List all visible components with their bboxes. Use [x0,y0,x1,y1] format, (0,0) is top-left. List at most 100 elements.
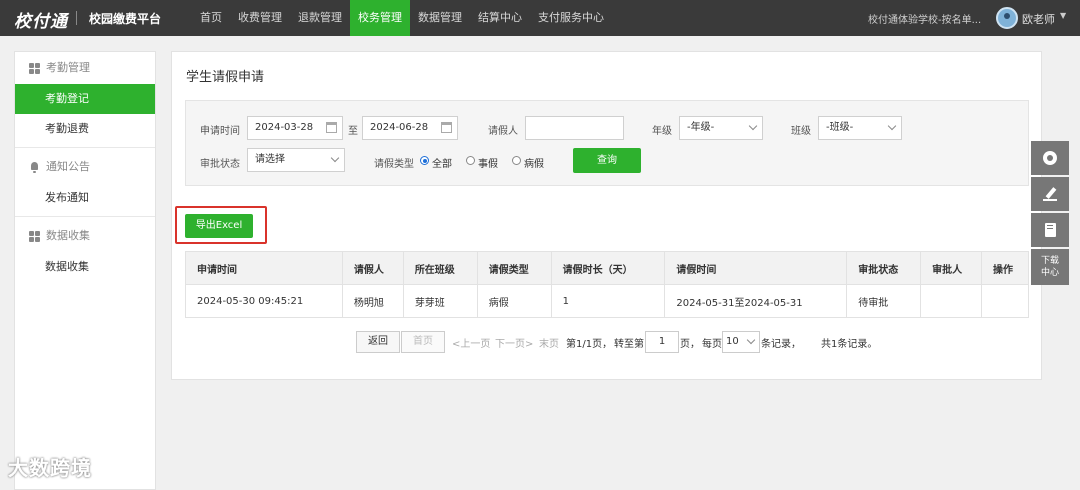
cell-leave-duration: 1 [550,284,666,318]
floating-toolbar: 下载 中心 [1031,141,1069,287]
logo[interactable]: 校付通 [14,7,68,32]
school-selector[interactable]: 校付通体验学校-按名单... [868,11,981,26]
sidebar-group-notice: 通知公告 [15,151,155,183]
grid-icon [29,62,40,74]
cell-approval-status: 待审批 [846,284,922,318]
sidebar-item-data-collection[interactable]: 数据收集 [15,252,155,282]
edit-button[interactable] [1031,177,1069,211]
nav-school-affairs[interactable]: 校务管理 [350,0,410,36]
class-select[interactable]: -班级- [818,116,902,140]
divider [15,216,155,217]
nav-payment-service-center[interactable]: 支付服务中心 [530,0,612,36]
logo-divider [76,11,77,25]
customer-service-button[interactable] [1031,141,1069,175]
sidebar-group-label: 数据收集 [46,229,90,242]
total-records: 共1条记录。 [821,339,878,350]
sidebar-group-attendance: 考勤管理 [15,52,155,84]
chevron-down-icon[interactable]: ▼ [1060,11,1066,20]
radio-all[interactable] [420,156,429,165]
book-button[interactable] [1031,213,1069,247]
goto-suffix: 页， [680,339,700,350]
sidebar-group-label: 考勤管理 [46,61,90,74]
sidebar-item-attendance-refund[interactable]: 考勤退费 [15,114,155,144]
date-from-value: 2024-03-28 [255,122,314,133]
grid-icon [29,230,40,242]
username[interactable]: 欧老师 [1022,11,1055,27]
bell-icon [29,161,40,173]
leave-person-input[interactable] [525,116,624,140]
grade-select[interactable]: -年级- [679,116,763,140]
nav-home[interactable]: 首页 [192,0,230,36]
divider [15,147,155,148]
radio-all-label[interactable]: 全部 [432,155,452,170]
cell-leave-period: 2024-05-31至2024-05-31 [664,284,848,318]
table-row: 2024-05-30 09:45:21 杨明旭 芽芽班 病假 1 2024-05… [185,284,1029,318]
chevron-down-icon [887,121,897,131]
cell-leave-person: 杨明旭 [341,284,404,318]
main-panel: 学生请假申请 申请时间 2024-03-28 至 2024-06-28 请假人 … [171,51,1042,380]
next-page-link[interactable]: 下一页> [495,335,533,350]
col-class: 所在班级 [402,251,478,285]
per-page-suffix: 条记录， [761,339,801,350]
filter-area: 申请时间 2024-03-28 至 2024-06-28 请假人 年级 -年级-… [185,100,1029,186]
date-to-input[interactable]: 2024-06-28 [362,116,458,140]
calendar-icon[interactable] [441,122,452,133]
leave-person-label: 请假人 [488,126,518,137]
sidebar-group-label: 通知公告 [46,160,90,173]
radio-personal-leave-label[interactable]: 事假 [478,155,498,170]
nav-settlement-center[interactable]: 结算中心 [470,0,530,36]
col-apply-time: 申请时间 [185,251,343,285]
first-page-button[interactable]: 首页 [401,331,445,353]
page-info: 第1/1页， [566,339,613,350]
status-label: 审批状态 [200,159,240,170]
status-select[interactable]: 请选择 [247,148,345,172]
service-icon [1043,151,1057,165]
nav-data-management[interactable]: 数据管理 [410,0,470,36]
platform-title: 校园缴费平台 [89,12,162,26]
col-actions: 操作 [981,251,1029,285]
col-approval-status: 审批状态 [846,251,922,285]
per-page-select[interactable]: 10 [722,331,760,353]
radio-sick-leave-label[interactable]: 病假 [524,155,544,170]
goto-page-input[interactable]: 1 [645,331,679,353]
date-from-input[interactable]: 2024-03-28 [247,116,343,140]
radio-personal-leave[interactable] [466,156,475,165]
main-nav: 首页 收费管理 退款管理 校务管理 数据管理 结算中心 支付服务中心 [192,0,612,36]
date-range-separator: 至 [348,126,358,137]
sidebar: 考勤管理 考勤登记 考勤退费 通知公告 发布通知 数据收集 数据收集 [14,51,156,490]
per-page-value: 10 [726,336,739,347]
calendar-icon[interactable] [326,122,337,133]
cell-leave-type: 病假 [476,284,552,318]
pagination: 返回 首页 <上一页 下一页> 末页 第1/1页， 转至第 1 页， 每页 10… [356,331,956,353]
cell-apply-time: 2024-05-30 09:45:21 [185,284,343,318]
leave-table: 申请时间 请假人 所在班级 请假类型 请假时长（天） 请假时间 审批状态 审批人… [185,251,1029,318]
download-center-button[interactable]: 下载 中心 [1031,249,1069,285]
download-center-label-2: 中心 [1040,268,1059,278]
cell-class: 芽芽班 [402,284,478,318]
sidebar-item-attendance-register[interactable]: 考勤登记 [15,84,155,114]
col-leave-period: 请假时间 [664,251,848,285]
nav-refund-management[interactable]: 退款管理 [290,0,350,36]
query-button[interactable]: 查询 [573,148,641,173]
grade-label: 年级 [652,126,672,137]
sidebar-item-publish-notice[interactable]: 发布通知 [15,183,155,213]
date-to-value: 2024-06-28 [370,122,429,133]
nav-fee-management[interactable]: 收费管理 [230,0,290,36]
avatar[interactable] [996,7,1018,29]
table-header: 申请时间 请假人 所在班级 请假类型 请假时长（天） 请假时间 审批状态 审批人… [185,251,1029,285]
export-excel-button[interactable]: 导出Excel [185,214,253,238]
prev-page-link[interactable]: <上一页 [452,335,490,350]
edit-icon [1043,187,1057,201]
col-leave-duration: 请假时长（天） [550,251,666,285]
back-button[interactable]: 返回 [356,331,400,353]
chevron-down-icon [330,153,340,163]
last-page-link[interactable]: 末页 [539,335,559,350]
grade-select-value: -年级- [687,122,715,133]
book-icon [1044,223,1056,237]
per-page-prefix: 每页 [702,339,722,350]
top-bar: 校付通 校园缴费平台 首页 收费管理 退款管理 校务管理 数据管理 结算中心 支… [0,0,1080,36]
class-select-value: -班级- [826,122,854,133]
radio-sick-leave[interactable] [512,156,521,165]
class-label: 班级 [791,126,811,137]
download-center-label-1: 下载 [1040,256,1059,266]
